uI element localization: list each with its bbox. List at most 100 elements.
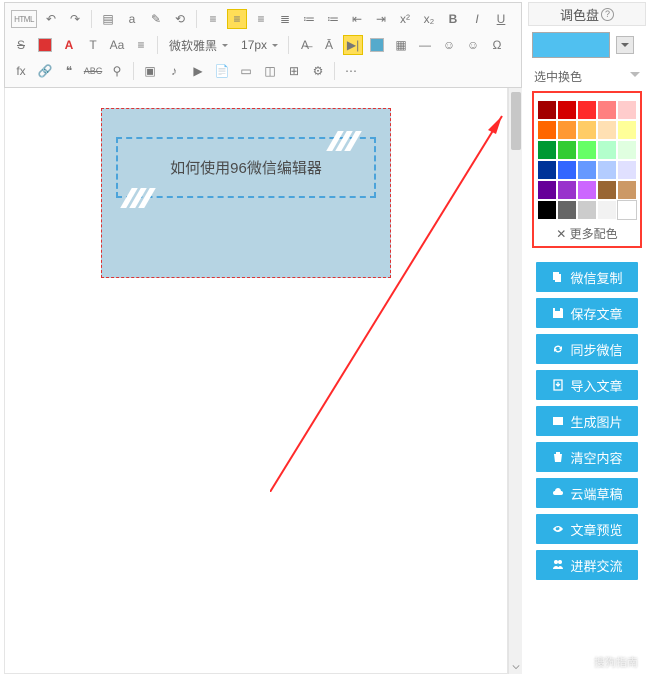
palette-swatch[interactable]: [558, 181, 576, 199]
select-replace-toggle[interactable]: 选中换色: [528, 68, 646, 85]
palette-swatch[interactable]: [578, 201, 596, 219]
title-text[interactable]: 如何使用96微信编辑器: [128, 157, 364, 178]
subscript-button[interactable]: x₂: [419, 9, 439, 29]
palette-swatch[interactable]: [578, 181, 596, 199]
insert-video-button[interactable]: ▶: [188, 61, 208, 81]
list-unordered-button[interactable]: ≔: [323, 9, 343, 29]
palette-swatch[interactable]: [558, 201, 576, 219]
redo-button[interactable]: ↷: [65, 9, 85, 29]
palette-swatch[interactable]: [538, 201, 556, 219]
quote-button[interactable]: ❝: [59, 61, 79, 81]
editor-canvas[interactable]: 如何使用96微信编辑器: [4, 88, 508, 674]
action-copy-button[interactable]: 微信复制: [536, 262, 638, 292]
palette-swatch[interactable]: [578, 141, 596, 159]
table-button[interactable]: ▦: [391, 35, 411, 55]
palette-swatch[interactable]: [538, 121, 556, 139]
palette-swatch[interactable]: [538, 101, 556, 119]
insert-card-button[interactable]: ▭: [236, 61, 256, 81]
action-trash-button[interactable]: 清空内容: [536, 442, 638, 472]
findreplace-button[interactable]: ⚲: [107, 61, 127, 81]
strike2-button[interactable]: ABC: [83, 61, 103, 81]
palette-swatch[interactable]: [618, 161, 636, 179]
indent-decrease-button[interactable]: ⇤: [347, 9, 367, 29]
fontbg-button[interactable]: Ā: [319, 35, 339, 55]
smiley-button[interactable]: ☺: [463, 35, 483, 55]
direction-button[interactable]: ▶|: [343, 35, 363, 55]
palette-swatch[interactable]: [578, 161, 596, 179]
palette-swatch[interactable]: [618, 201, 636, 219]
emoji-button[interactable]: ☺: [439, 35, 459, 55]
font-family-select[interactable]: 微软雅黑: [164, 35, 232, 55]
palette-swatch[interactable]: [538, 161, 556, 179]
selected-block[interactable]: 如何使用96微信编辑器: [101, 108, 391, 278]
palette-swatch[interactable]: [598, 121, 616, 139]
palette-swatch[interactable]: [598, 141, 616, 159]
palette-swatch[interactable]: [558, 121, 576, 139]
link-button[interactable]: 🔗: [35, 61, 55, 81]
html-source-button[interactable]: HTML: [11, 10, 37, 28]
lineheight-button[interactable]: ≡: [131, 35, 151, 55]
symbol-button[interactable]: Ω: [487, 35, 507, 55]
palette-swatch[interactable]: [598, 201, 616, 219]
palette-swatch[interactable]: [618, 101, 636, 119]
align-left-button[interactable]: ≡: [203, 9, 223, 29]
action-cloud-button[interactable]: 云端草稿: [536, 478, 638, 508]
autoformat-button[interactable]: ⟲: [170, 9, 190, 29]
palette-swatch[interactable]: [618, 141, 636, 159]
align-justify-button[interactable]: ≣: [275, 9, 295, 29]
help-icon[interactable]: [367, 35, 387, 55]
more-toolbar-button[interactable]: ⋯: [341, 61, 361, 81]
action-group-button[interactable]: 进群交流: [536, 550, 638, 580]
insert-component-button[interactable]: ◫: [260, 61, 280, 81]
new-doc-button[interactable]: ▤: [98, 9, 118, 29]
indent-increase-button[interactable]: ⇥: [371, 9, 391, 29]
palette-swatch[interactable]: [578, 101, 596, 119]
palette-swatch[interactable]: [538, 181, 556, 199]
action-save-button[interactable]: 保存文章: [536, 298, 638, 328]
italic-button[interactable]: I: [467, 9, 487, 29]
palette-swatch[interactable]: [618, 181, 636, 199]
palette-swatch[interactable]: [598, 101, 616, 119]
undo-button[interactable]: ↶: [41, 9, 61, 29]
format-paint-button[interactable]: T: [83, 35, 103, 55]
insert-image-button[interactable]: ▣: [140, 61, 160, 81]
color-dropdown-button[interactable]: [616, 36, 634, 54]
palette-swatch[interactable]: [538, 141, 556, 159]
insert-audio-button[interactable]: ♪: [164, 61, 184, 81]
align-center-button[interactable]: ≡: [227, 9, 247, 29]
insert-file-button[interactable]: 📄: [212, 61, 232, 81]
strikethrough-button[interactable]: S: [11, 35, 31, 55]
editor-scrollbar[interactable]: [508, 88, 522, 674]
template-button[interactable]: a: [122, 9, 142, 29]
superscript-button[interactable]: x²: [395, 9, 415, 29]
scroll-down-icon[interactable]: [509, 660, 523, 674]
hr-button[interactable]: —: [415, 35, 435, 55]
insert-iframe-button[interactable]: ⊞: [284, 61, 304, 81]
palette-swatch[interactable]: [558, 141, 576, 159]
paint-button[interactable]: ✎: [146, 9, 166, 29]
clear-format-button[interactable]: A̶: [295, 35, 315, 55]
help-icon[interactable]: ?: [601, 8, 614, 21]
bold-button[interactable]: B: [443, 9, 463, 29]
palette-swatch[interactable]: [558, 161, 576, 179]
list-ordered-button[interactable]: ≔: [299, 9, 319, 29]
palette-swatch[interactable]: [598, 161, 616, 179]
forecolor-picker-button[interactable]: [35, 35, 55, 55]
underline-button[interactable]: U: [491, 9, 511, 29]
case-button[interactable]: Aa: [107, 35, 127, 55]
action-sync-button[interactable]: 同步微信: [536, 334, 638, 364]
insert-plugin-button[interactable]: ⚙: [308, 61, 328, 81]
palette-swatch[interactable]: [618, 121, 636, 139]
palette-swatch[interactable]: [578, 121, 596, 139]
font-size-select[interactable]: 17px: [236, 35, 282, 55]
title-card[interactable]: 如何使用96微信编辑器: [116, 137, 376, 198]
more-colors-button[interactable]: ✕ 更多配色: [540, 225, 634, 242]
action-image-button[interactable]: 生成图片: [536, 406, 638, 436]
action-eye-button[interactable]: 文章预览: [536, 514, 638, 544]
palette-swatch[interactable]: [598, 181, 616, 199]
align-right-button[interactable]: ≡: [251, 9, 271, 29]
action-import-button[interactable]: 导入文章: [536, 370, 638, 400]
scrollbar-thumb[interactable]: [511, 92, 521, 150]
palette-swatch[interactable]: [558, 101, 576, 119]
fx-button[interactable]: fx: [11, 61, 31, 81]
